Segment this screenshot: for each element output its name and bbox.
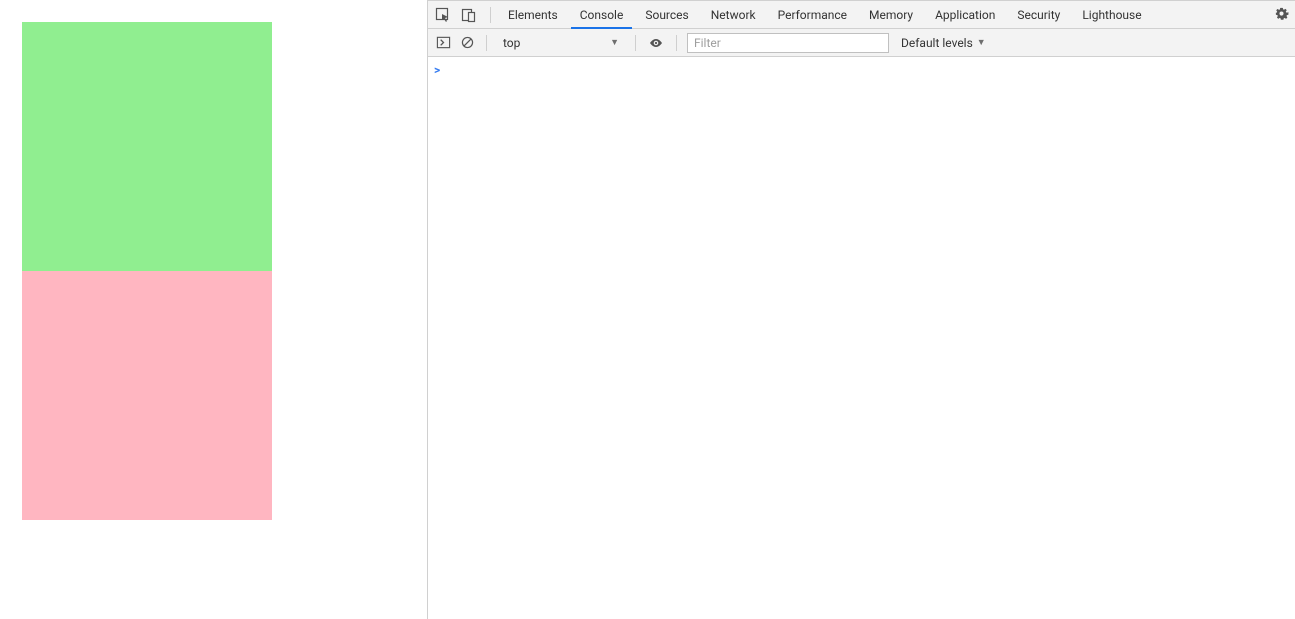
console-output-area[interactable]: > xyxy=(428,57,1295,619)
console-toolbar: top ▼ Default levels ▼ xyxy=(428,29,1295,57)
tab-list: Elements Console Sources Network Perform… xyxy=(497,1,1153,28)
devtools-tabs-bar: Elements Console Sources Network Perform… xyxy=(428,1,1295,29)
tab-console[interactable]: Console xyxy=(569,1,635,28)
pink-box xyxy=(22,271,272,520)
tab-security[interactable]: Security xyxy=(1006,1,1071,28)
toggle-console-sidebar-icon[interactable] xyxy=(434,34,452,52)
inspect-element-icon[interactable] xyxy=(434,6,452,24)
devtools-panel: Elements Console Sources Network Perform… xyxy=(428,0,1295,619)
levels-label: Default levels xyxy=(901,36,973,50)
page-content xyxy=(22,22,272,520)
console-prompt-line[interactable]: > xyxy=(434,61,1289,79)
dropdown-triangle-icon: ▼ xyxy=(610,37,619,48)
clear-console-icon[interactable] xyxy=(458,34,476,52)
tab-application[interactable]: Application xyxy=(924,1,1006,28)
tab-elements[interactable]: Elements xyxy=(497,1,569,28)
log-levels-selector[interactable]: Default levels ▼ xyxy=(895,36,992,50)
console-filter-input[interactable] xyxy=(687,33,889,53)
divider xyxy=(490,7,491,23)
settings-gear-icon[interactable] xyxy=(1268,6,1295,24)
tab-memory[interactable]: Memory xyxy=(858,1,924,28)
divider xyxy=(486,35,487,51)
dropdown-triangle-icon: ▼ xyxy=(977,37,986,48)
green-box xyxy=(22,22,272,271)
device-toolbar-icon[interactable] xyxy=(460,6,478,24)
tab-sources[interactable]: Sources xyxy=(634,1,699,28)
tab-network[interactable]: Network xyxy=(700,1,767,28)
rendered-page-pane xyxy=(0,0,428,619)
divider xyxy=(676,35,677,51)
tab-lighthouse[interactable]: Lighthouse xyxy=(1071,1,1152,28)
live-expression-eye-icon[interactable] xyxy=(646,33,666,53)
context-selector[interactable]: top ▼ xyxy=(497,34,625,52)
context-label: top xyxy=(503,36,520,50)
tab-performance[interactable]: Performance xyxy=(767,1,858,28)
divider xyxy=(635,35,636,51)
prompt-caret-icon: > xyxy=(434,63,440,77)
